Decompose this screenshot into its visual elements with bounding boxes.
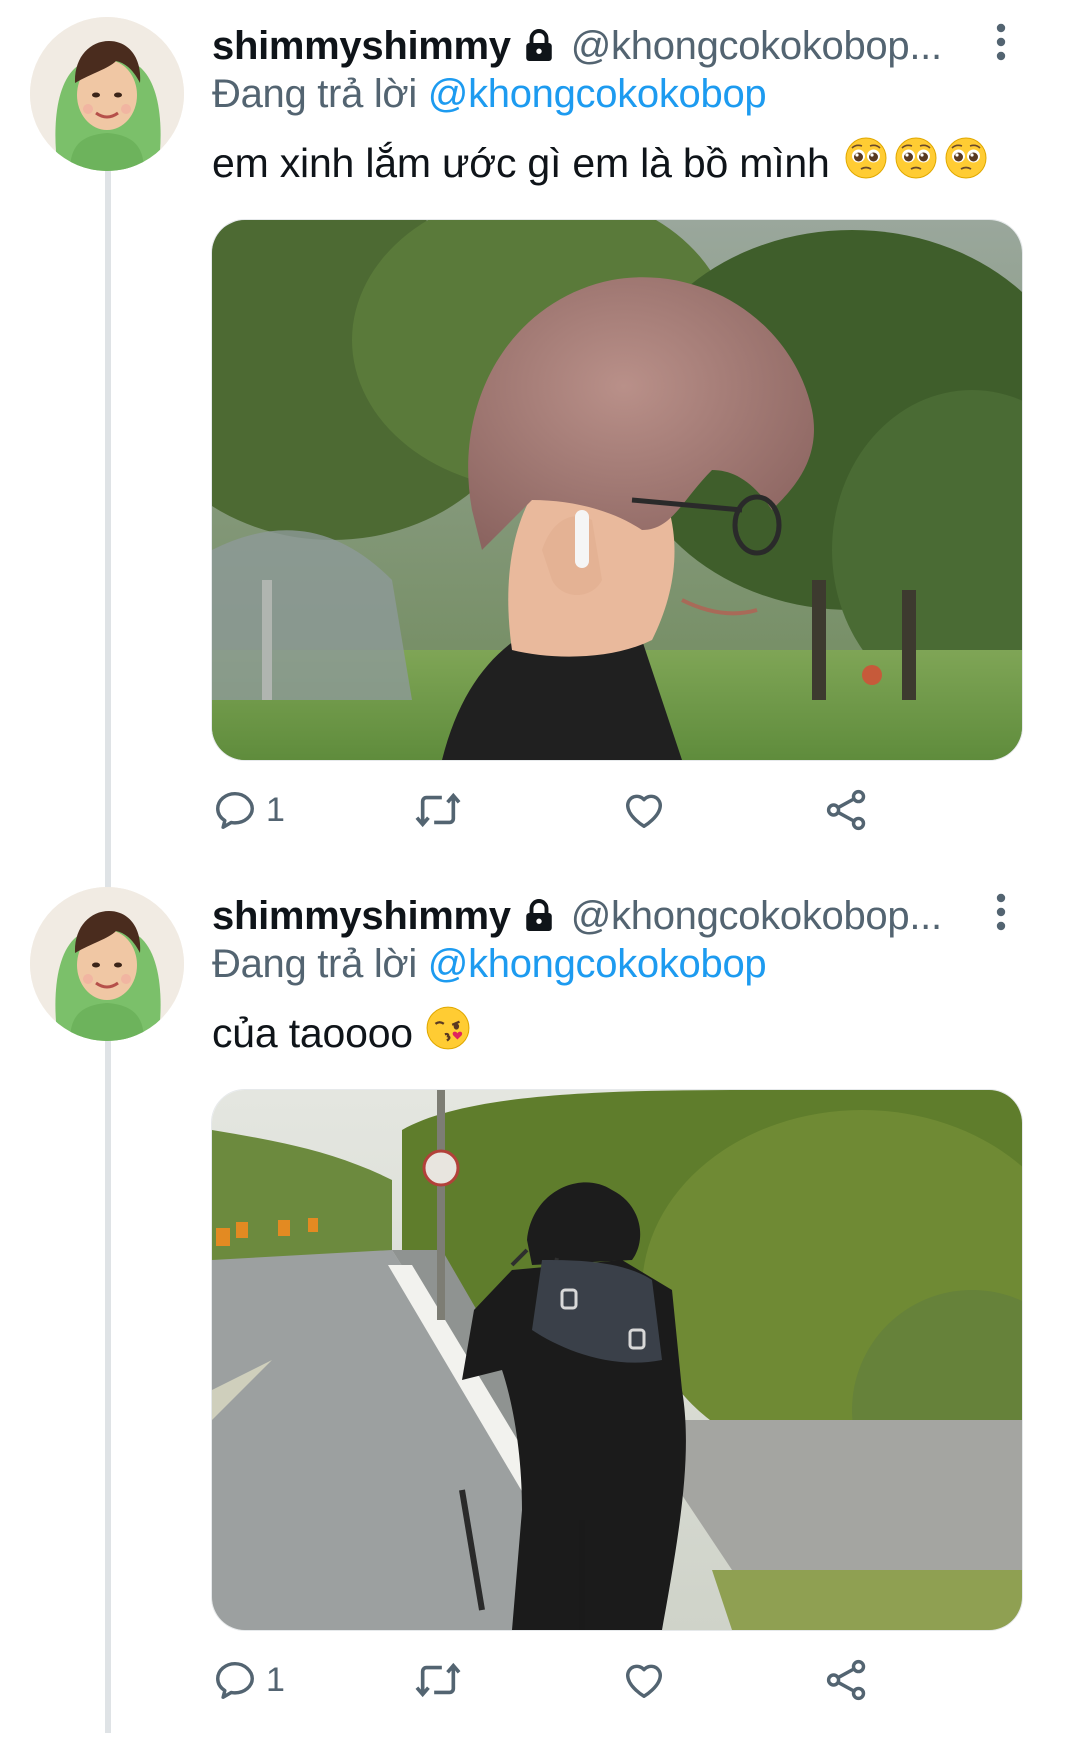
share-icon — [826, 1659, 866, 1701]
replying-prefix: Đang trả lời — [212, 942, 417, 986]
tweet-text: của taoooo — [212, 1005, 471, 1061]
tweet-header: shimmyshimmy @khongcokokobop... — [212, 890, 992, 942]
tweet[interactable]: shimmyshimmy @khongcokokobop... Đang trả… — [0, 870, 1080, 1740]
reply-button[interactable]: 1 — [212, 1655, 285, 1705]
pleading-face-emoji — [944, 136, 988, 190]
display-name[interactable]: shimmyshimmy — [212, 24, 511, 69]
tweet-text: em xinh lắm ước gì em là bồ mình — [212, 135, 988, 191]
replying-to-line: Đang trả lời @khongcokokobop — [212, 72, 767, 122]
reply-icon — [216, 1661, 254, 1699]
user-handle[interactable]: @khongcokokobop... — [571, 24, 942, 69]
display-name[interactable]: shimmyshimmy — [212, 894, 511, 939]
reply-button[interactable]: 1 — [212, 785, 285, 835]
avatar[interactable] — [30, 887, 184, 1041]
reply-count: 1 — [266, 1660, 285, 1699]
tweet-photo[interactable] — [211, 1089, 1023, 1631]
avatar[interactable] — [30, 17, 184, 171]
pleading-face-emoji — [894, 136, 938, 190]
reply-icon — [216, 791, 254, 829]
tweet[interactable]: shimmyshimmy @khongcokokobop... Đang trả… — [0, 0, 1080, 870]
retweet-button[interactable] — [412, 785, 464, 835]
share-icon — [826, 789, 866, 831]
retweet-icon — [415, 1662, 461, 1698]
like-button[interactable] — [620, 785, 668, 835]
tweet-text-body: của taoooo — [212, 1009, 413, 1056]
tweet-text-body: em xinh lắm ước gì em là bồ mình — [212, 139, 830, 186]
lock-icon — [521, 898, 557, 934]
replying-to-mention[interactable]: @khongcokokobop — [428, 72, 767, 116]
retweet-icon — [415, 792, 461, 828]
replying-to-line: Đang trả lời @khongcokokobop — [212, 942, 767, 992]
user-handle[interactable]: @khongcokokobop... — [571, 894, 942, 939]
lock-icon — [521, 28, 557, 64]
reply-count: 1 — [266, 790, 285, 829]
heart-icon — [625, 1664, 663, 1699]
kissing-face-emoji — [425, 1005, 471, 1061]
more-vertical-icon[interactable] — [990, 890, 1012, 934]
retweet-button[interactable] — [412, 1655, 464, 1705]
more-vertical-icon[interactable] — [990, 20, 1012, 64]
share-button[interactable] — [824, 785, 870, 835]
tweet-photo[interactable] — [211, 219, 1023, 761]
tweet-actions: 1 — [212, 1655, 1012, 1705]
like-button[interactable] — [620, 1655, 668, 1705]
tweet-header: shimmyshimmy @khongcokokobop... — [212, 20, 992, 72]
replying-to-mention[interactable]: @khongcokokobop — [428, 942, 767, 986]
heart-icon — [625, 794, 663, 829]
share-button[interactable] — [824, 1655, 870, 1705]
replying-prefix: Đang trả lời — [212, 72, 417, 116]
tweet-actions: 1 — [212, 785, 1012, 835]
pleading-face-emoji — [844, 136, 888, 190]
